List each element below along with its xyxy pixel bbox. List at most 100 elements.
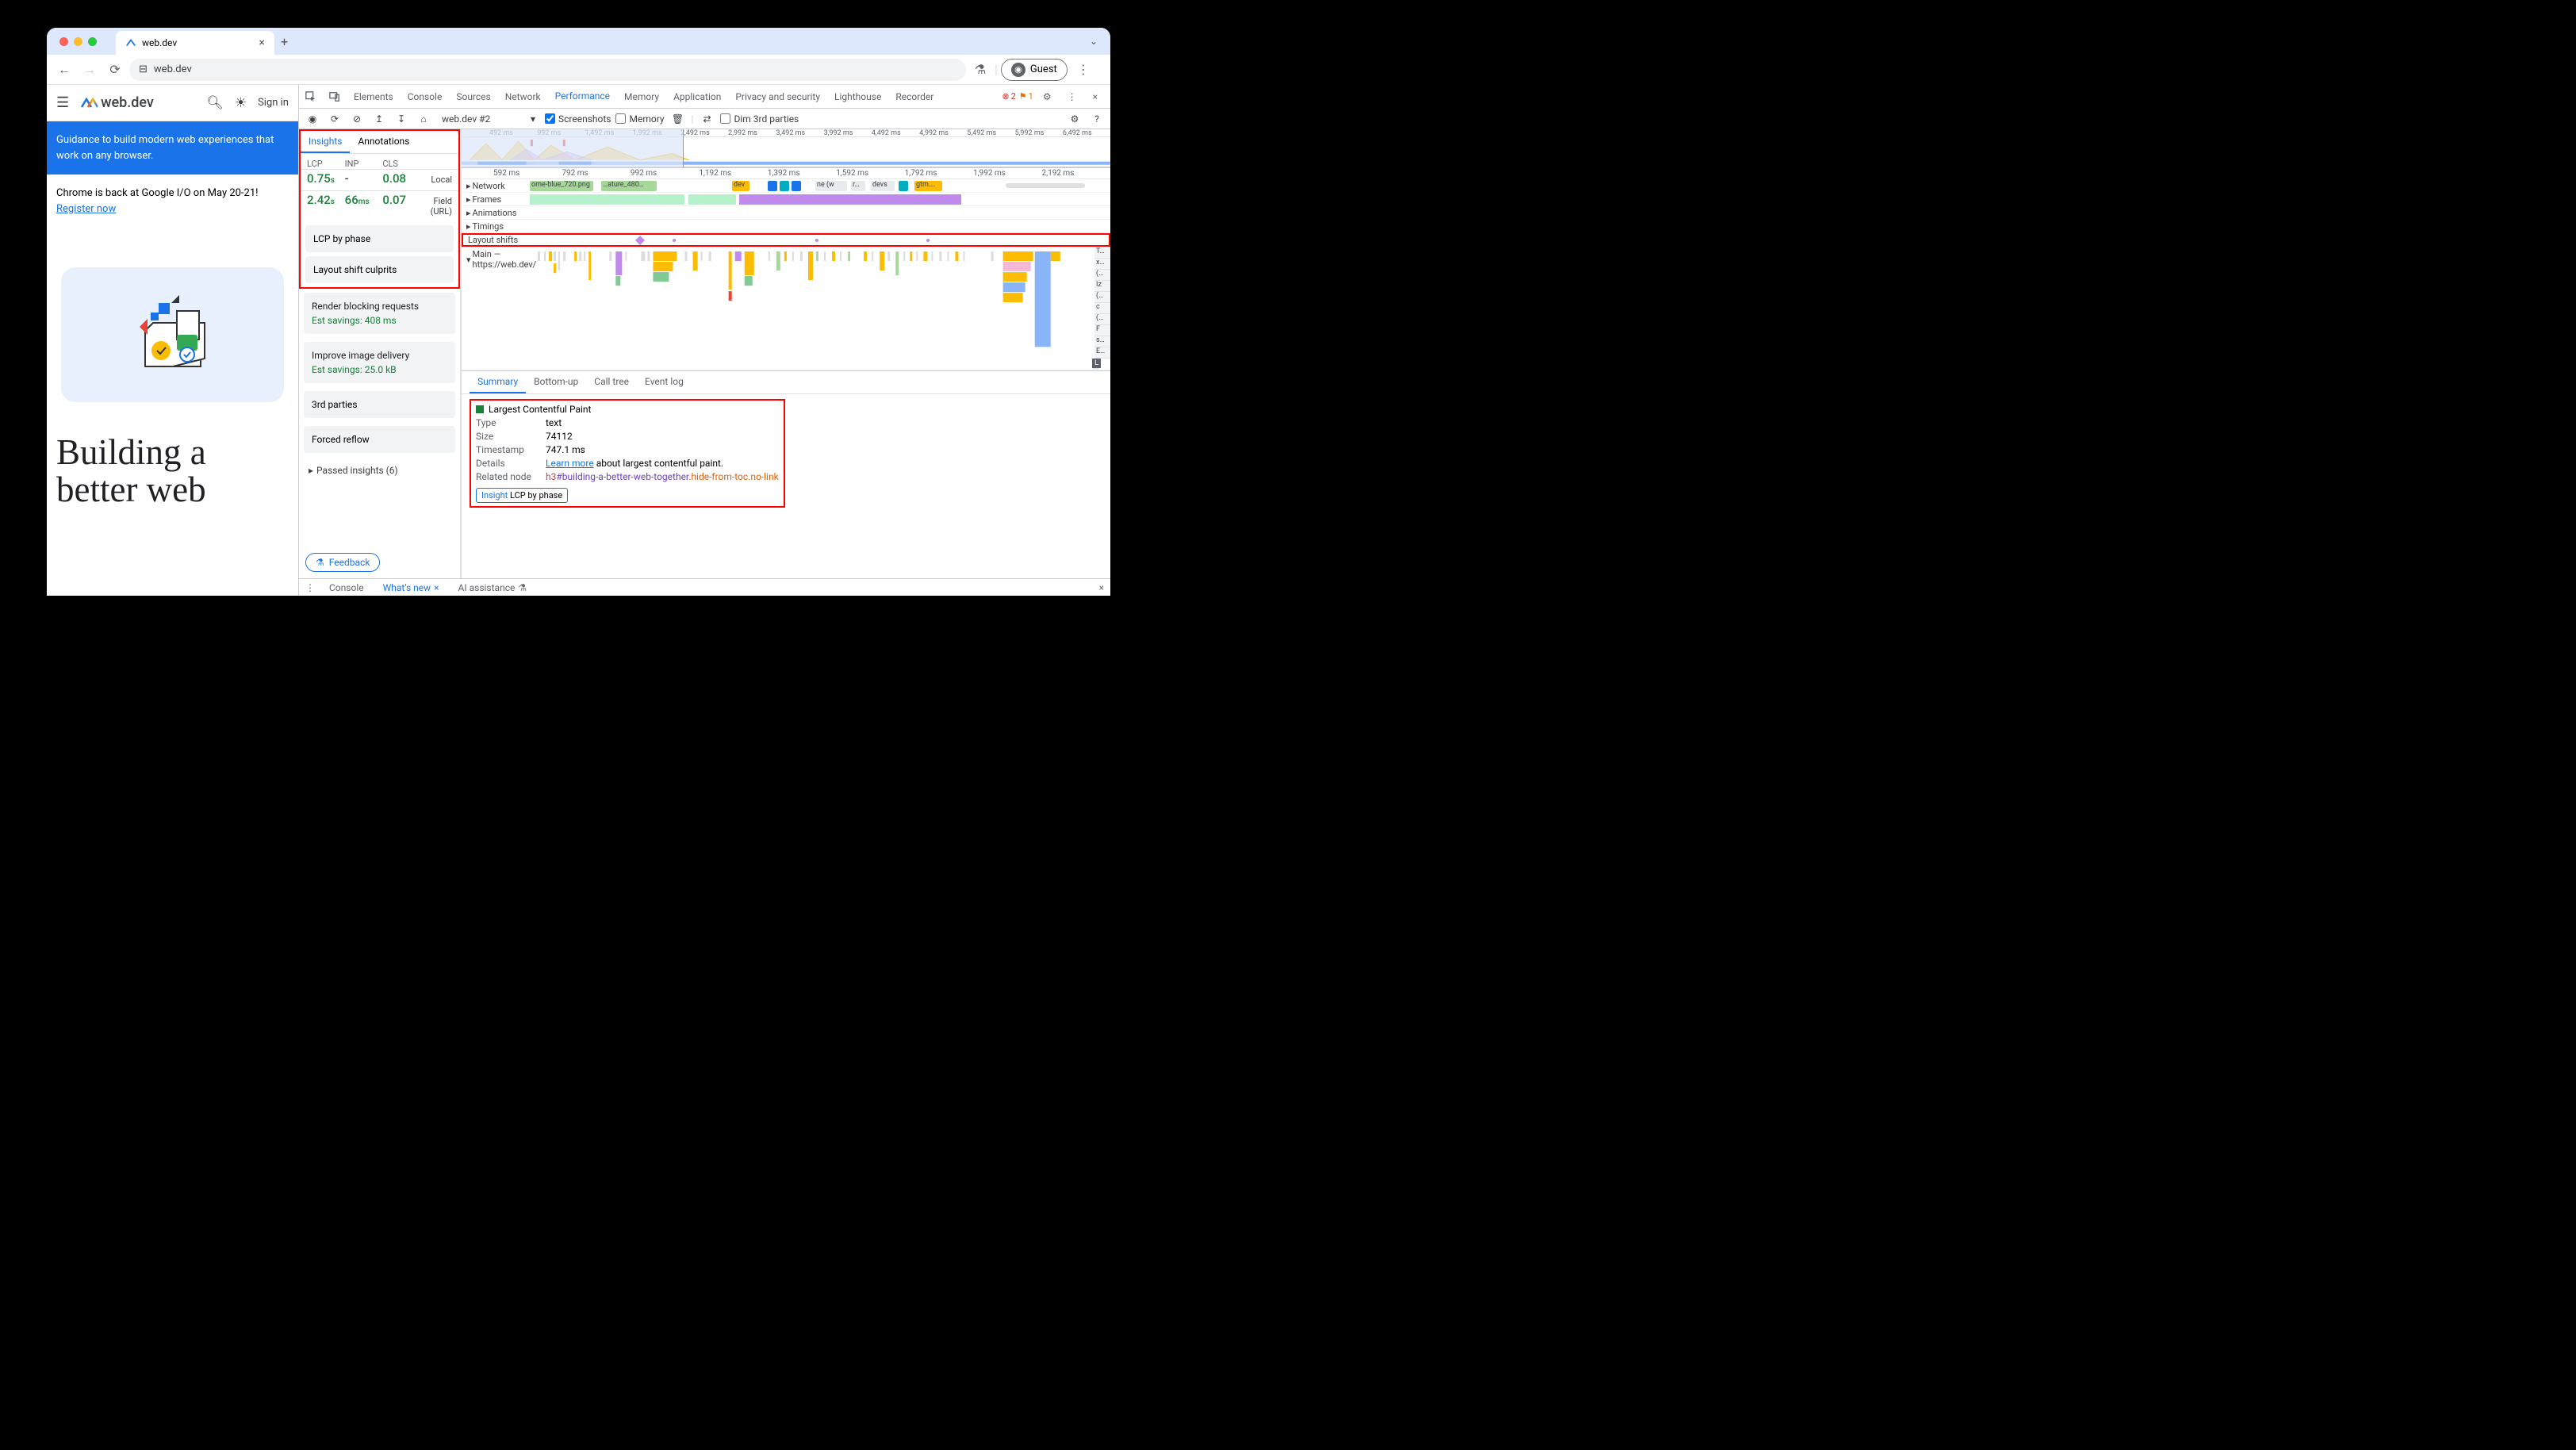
close-window-button[interactable] (59, 37, 68, 46)
insight-render-blocking[interactable]: Render blocking requests Est savings: 40… (304, 293, 455, 334)
device-toggle-icon[interactable] (323, 91, 347, 102)
network-chip[interactable] (792, 181, 801, 191)
back-button[interactable]: ← (53, 59, 75, 81)
upload-button[interactable]: ↥ (370, 110, 388, 128)
drawer-menu-icon[interactable]: ⋮ (305, 582, 315, 593)
memory-checkbox[interactable]: Memory (615, 113, 664, 125)
network-chip[interactable] (780, 181, 789, 191)
tab-list-button[interactable]: ⌄ (1083, 33, 1104, 50)
perf-help-icon[interactable]: ? (1088, 110, 1106, 128)
theme-toggle-icon[interactable]: ☀ (235, 95, 247, 111)
insights-tab-annotations[interactable]: Annotations (350, 131, 417, 153)
labs-icon[interactable]: ⚗ (969, 59, 991, 81)
devtools-tab-lighthouse[interactable]: Lighthouse (827, 85, 888, 109)
insight-3rd-parties[interactable]: 3rd parties (304, 391, 455, 418)
search-icon[interactable]: 🔍︎ (206, 95, 224, 111)
inspect-icon[interactable] (299, 91, 323, 102)
timings-track[interactable]: ▸ Timings (462, 220, 1110, 233)
guest-profile-button[interactable]: ◉ Guest (1001, 59, 1068, 81)
new-tab-button[interactable]: + (281, 34, 288, 49)
forward-button[interactable]: → (79, 59, 101, 81)
devtools-tab-performance[interactable]: Performance (548, 85, 617, 109)
home-button[interactable]: ⌂ (415, 110, 432, 128)
drawer-close-icon[interactable]: × (1099, 582, 1104, 593)
reload-button[interactable]: ⟳ (104, 59, 126, 81)
feedback-button[interactable]: ⚗ Feedback (305, 553, 380, 572)
recording-select[interactable]: web.dev #2 ▾ (437, 112, 540, 126)
error-badge[interactable]: ⊗2 (1002, 91, 1015, 102)
devtools-tab-network[interactable]: Network (498, 85, 548, 109)
drawer-tab-ai[interactable]: AI assistance ⚗ (454, 579, 532, 596)
drawer-tab-close-icon[interactable]: × (434, 582, 439, 593)
passed-insights-toggle[interactable]: ▸ Passed insights (6) (299, 457, 460, 484)
devtools-tab-application[interactable]: Application (666, 85, 728, 109)
maximize-window-button[interactable] (88, 37, 97, 46)
network-chip[interactable]: dev (732, 181, 749, 191)
tab-bar: web.dev × + ⌄ (47, 28, 1110, 55)
url-field[interactable]: ⊟ web.dev (129, 59, 966, 81)
network-chip[interactable]: ne (w (815, 181, 847, 191)
settings-icon[interactable]: ⚙ (1037, 91, 1058, 102)
related-node-link[interactable]: h3#building-a-better-web-together.hide-f… (546, 471, 779, 482)
insight-forced-reflow[interactable]: Forced reflow (304, 426, 455, 453)
close-devtools-icon[interactable]: × (1087, 91, 1104, 102)
frames-track[interactable]: ▸ Frames (462, 193, 1110, 206)
download-button[interactable]: ↧ (393, 110, 410, 128)
detail-ruler[interactable]: 592 ms792 ms992 ms1,192 ms1,392 ms1,592 … (462, 168, 1110, 179)
network-chip[interactable]: r… (851, 181, 865, 191)
overview-selection[interactable] (462, 129, 684, 167)
browser-tab[interactable]: web.dev × (116, 31, 274, 55)
record-button[interactable]: ◉ (304, 110, 321, 128)
browser-menu-button[interactable]: ⋮ (1071, 62, 1096, 77)
perf-settings-icon[interactable]: ⚙ (1066, 110, 1083, 128)
page-logo[interactable]: web.dev (80, 94, 154, 111)
shortcuts-button[interactable]: ⇄ (698, 110, 715, 128)
more-icon[interactable]: ⋮ (1061, 91, 1083, 102)
gc-button[interactable]: 🗑 (669, 110, 687, 128)
detail-tab-calltree[interactable]: Call tree (586, 371, 637, 393)
insight-lcp-phase[interactable]: LCP by phase (305, 225, 454, 252)
main-thread-track[interactable]: ▾ Main — https://web.dev/ (462, 247, 1110, 370)
insight-layout-shift[interactable]: Layout shift culprits (305, 256, 454, 283)
devtools-tab-elements[interactable]: Elements (347, 85, 401, 109)
detail-tab-bottomup[interactable]: Bottom-up (526, 371, 586, 393)
insight-image-delivery[interactable]: Improve image delivery Est savings: 25.0… (304, 342, 455, 383)
network-chip[interactable]: ome-blue_720.png (530, 181, 593, 191)
network-chip[interactable]: gtm…. (914, 181, 942, 191)
learn-more-link[interactable]: Learn more (546, 458, 594, 469)
devtools-tab-console[interactable]: Console (401, 85, 450, 109)
devtools-tab-sources[interactable]: Sources (449, 85, 497, 109)
detail-tab-summary[interactable]: Summary (470, 371, 526, 393)
insights-tabs: Insights Annotations (301, 131, 458, 154)
tab-close-icon[interactable]: × (259, 36, 265, 49)
insights-tab-insights[interactable]: Insights (301, 131, 350, 153)
layout-shifts-track[interactable]: Layout shifts (462, 233, 1110, 247)
devtools-tab-recorder[interactable]: Recorder (888, 85, 941, 109)
network-chip[interactable] (899, 181, 908, 191)
dim-3p-checkbox[interactable]: Dim 3rd parties (720, 113, 799, 125)
devtools-tab-privacy[interactable]: Privacy and security (728, 85, 827, 109)
drawer-tab-whatsnew[interactable]: What's new × (378, 579, 444, 596)
site-settings-icon[interactable]: ⊟ (139, 63, 148, 75)
warning-badge[interactable]: ⚑1 (1019, 91, 1033, 102)
clear-button[interactable]: ⊘ (348, 110, 366, 128)
reload-record-button[interactable]: ⟳ (326, 110, 343, 128)
animations-track[interactable]: ▸ Animations (462, 206, 1110, 220)
hamburger-menu-icon[interactable]: ☰ (56, 94, 69, 111)
network-chip[interactable] (768, 181, 777, 191)
network-scrollbar[interactable] (1006, 183, 1085, 188)
flame-sidebar: T…x…(…Iz(…c(…Fs…E… (1094, 247, 1110, 359)
minimize-window-button[interactable] (74, 37, 82, 46)
detail-tab-eventlog[interactable]: Event log (637, 371, 692, 393)
network-chip[interactable]: …ature_480… (601, 181, 657, 191)
screenshots-checkbox[interactable]: Screenshots (545, 113, 611, 125)
register-link[interactable]: Register now (56, 203, 116, 215)
flame-chart-area: 492 ms992 ms1,492 ms1,992 ms2,492 ms2,99… (462, 129, 1110, 578)
devtools-tab-memory[interactable]: Memory (617, 85, 666, 109)
network-track[interactable]: ▸ Network ome-blue_720.png …ature_480… d… (462, 179, 1110, 193)
insight-chip[interactable]: Insight LCP by phase (476, 488, 568, 503)
drawer-tab-console[interactable]: Console (324, 579, 369, 596)
network-chip[interactable]: devs (871, 181, 895, 191)
signin-link[interactable]: Sign in (258, 97, 289, 109)
browser-window: web.dev × + ⌄ ← → ⟳ ⊟ web.dev ⚗ | ◉ Gues… (47, 28, 1110, 596)
